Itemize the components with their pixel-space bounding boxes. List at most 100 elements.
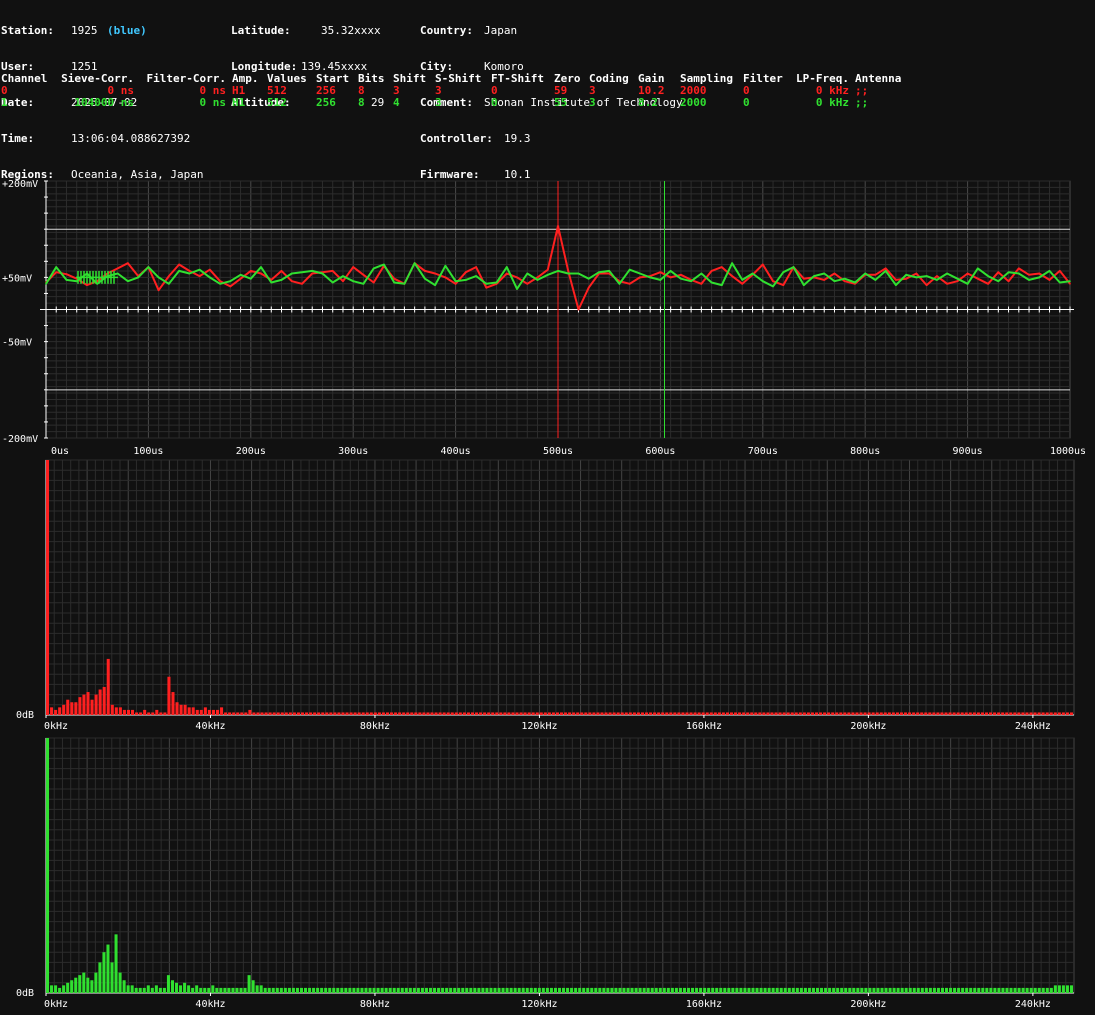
- spectrum-bar: [228, 712, 232, 715]
- spectrum-bar: [283, 987, 287, 993]
- spectrum-bar: [485, 987, 489, 993]
- waveform-point-ch1: [301, 271, 303, 274]
- waveform-x-label: 1000us: [1050, 446, 1086, 457]
- spectrum-bar: [985, 987, 989, 993]
- spectrum-bar: [766, 712, 770, 715]
- spectrum-bar: [287, 987, 291, 993]
- spectrum-bar: [759, 987, 763, 993]
- spectrum-bar: [658, 987, 662, 993]
- spectrum-bar: [46, 738, 50, 993]
- spectrum-bar: [695, 987, 699, 993]
- spectrum-bar: [924, 712, 928, 715]
- spectrum-bar: [268, 712, 272, 715]
- spectrum-bar: [147, 712, 151, 715]
- spectrum-bar: [936, 987, 940, 993]
- waveform-point-ch1: [710, 281, 713, 284]
- spectrum-bar: [320, 987, 324, 993]
- spectrum-bar: [515, 712, 519, 715]
- waveform-point-ch1: [772, 285, 774, 288]
- spectrum-bar: [1013, 712, 1017, 715]
- spectrum-bar: [191, 987, 195, 993]
- spectrum-bar: [636, 712, 640, 715]
- waveform-point-ch1: [1007, 271, 1010, 274]
- spectrum-bar: [960, 712, 964, 715]
- spectrum-bar: [685, 712, 689, 715]
- spectrum-bar: [1041, 712, 1045, 715]
- spectrum-bar: [697, 712, 701, 715]
- spectrum-bar: [219, 987, 223, 993]
- waveform-point-ch1: [690, 280, 692, 283]
- spectrum-bar: [848, 987, 852, 993]
- spectrum-bar: [713, 712, 717, 715]
- spectrum-bar: [855, 712, 859, 715]
- waveform-point-ch0: [65, 273, 68, 275]
- spectrum-bar: [940, 712, 944, 715]
- waveform-point-ch1: [577, 272, 580, 275]
- waveform-point-ch0: [802, 277, 805, 280]
- waveform-point-ch1: [280, 279, 283, 281]
- spectrum-bar: [163, 712, 167, 715]
- waveform-point-ch0: [1028, 274, 1030, 276]
- spectrum-bar: [739, 987, 743, 993]
- waveform-point-ch1: [782, 271, 785, 274]
- waveform-point-ch0: [1048, 279, 1051, 281]
- spectrum-bar: [171, 692, 175, 715]
- waveform-point-ch0: [280, 270, 283, 272]
- spectrum-bar: [450, 712, 454, 715]
- spectrum-bar: [167, 676, 171, 715]
- spectrum-bar: [1005, 712, 1009, 715]
- waveform-point-ch1: [424, 277, 426, 280]
- spectrum-bar: [662, 987, 666, 993]
- spectrum-bar: [875, 712, 879, 715]
- spectrum-bar: [904, 987, 908, 993]
- waveform-point-ch1: [813, 275, 815, 277]
- spectrum-plot-area: [45, 737, 1075, 994]
- waveform-point-ch1: [403, 283, 406, 285]
- spectrum-bar: [606, 987, 610, 993]
- spectrum-bar: [701, 712, 705, 715]
- waveform-point-ch1: [598, 271, 600, 274]
- spectrum-bar: [122, 709, 126, 715]
- spectrum-bar: [308, 987, 312, 993]
- spectrum-bar: [884, 987, 888, 993]
- spectrum-bar: [887, 712, 891, 715]
- waveform-point-ch0: [628, 283, 631, 285]
- spectrum-bar: [820, 987, 824, 993]
- spectrum-bar: [438, 712, 442, 715]
- spectrum-bar: [614, 987, 618, 993]
- spectrum-bar: [723, 987, 727, 993]
- spectrum-bar: [175, 982, 179, 993]
- waveform-point-ch0: [116, 267, 119, 270]
- waveform-point-ch1: [209, 276, 211, 279]
- spectrum-bar: [598, 987, 602, 993]
- spectrum-bar: [638, 987, 642, 993]
- spectrum-bar: [489, 987, 493, 993]
- spectrum-bar: [412, 987, 416, 993]
- waveform-point-ch0: [331, 270, 334, 272]
- spectrum-bar: [166, 975, 170, 993]
- spectrum-x-label: 40kHz: [195, 721, 225, 732]
- spectrum-bar: [586, 987, 590, 993]
- waveform-point-ch1: [444, 265, 447, 267]
- spectrum-bar: [445, 987, 449, 993]
- spectrum-bar: [529, 987, 533, 993]
- spectrum-bar: [831, 712, 835, 715]
- spectrum-x-label: 40kHz: [195, 999, 225, 1010]
- spectrum-bar: [644, 712, 649, 715]
- spectrum-bar: [928, 987, 932, 993]
- spectrum-bar: [146, 985, 150, 993]
- spectrum-bar: [1049, 987, 1053, 993]
- waveform-point-ch0: [1069, 283, 1071, 285]
- spectrum-bar: [453, 987, 457, 993]
- spectrum-bar: [470, 712, 475, 715]
- spectrum-bar: [551, 712, 555, 715]
- spectrum-bar: [973, 987, 977, 993]
- spectrum-bar: [799, 987, 803, 993]
- waveform-point-ch0: [342, 280, 344, 283]
- spectrum-bar: [420, 987, 424, 993]
- waveform-point-ch1: [1038, 276, 1041, 279]
- spectrum-bar: [767, 987, 771, 993]
- spectrum-bar: [324, 987, 328, 993]
- spectrum-bar: [159, 712, 163, 715]
- waveform-point-ch0: [506, 272, 508, 275]
